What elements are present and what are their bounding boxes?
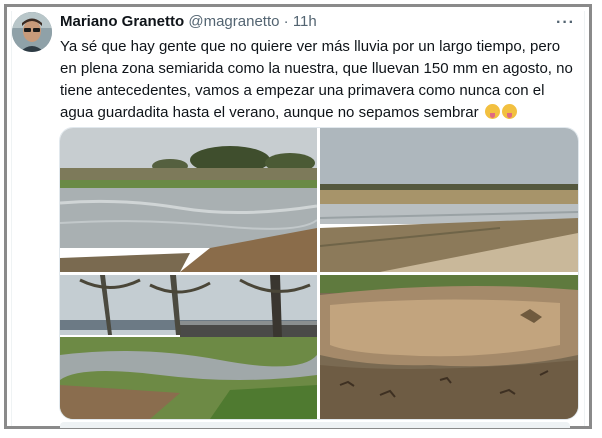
squinting-tongue-emoji-icon [484, 104, 500, 119]
tweet-header: Mariano Granetto @magranetto · 11h [60, 13, 317, 31]
avatar-photo [12, 12, 52, 52]
photo-3[interactable] [60, 275, 317, 419]
more-horizontal-icon[interactable]: ··· [556, 14, 575, 32]
photo-4[interactable] [320, 275, 578, 419]
tweet-text: Ya sé que hay gente que no quiere ver má… [60, 36, 578, 124]
photo-2[interactable] [320, 128, 578, 272]
next-tweet-preview [60, 422, 570, 428]
photo-grid [59, 127, 579, 420]
muddy-puddle-image [320, 275, 578, 419]
flooded-field-image [60, 128, 317, 272]
tweet-time[interactable]: 11h [293, 13, 317, 30]
flooded-yard-image [60, 275, 317, 419]
photo-1[interactable] [60, 128, 317, 272]
squinting-tongue-emoji-icon [501, 104, 517, 119]
author-handle[interactable]: @magranetto [188, 13, 279, 30]
author-name[interactable]: Mariano Granetto [60, 13, 184, 30]
flooded-road-image [320, 128, 578, 272]
avatar[interactable] [12, 12, 52, 52]
header-separator: · [283, 13, 289, 30]
